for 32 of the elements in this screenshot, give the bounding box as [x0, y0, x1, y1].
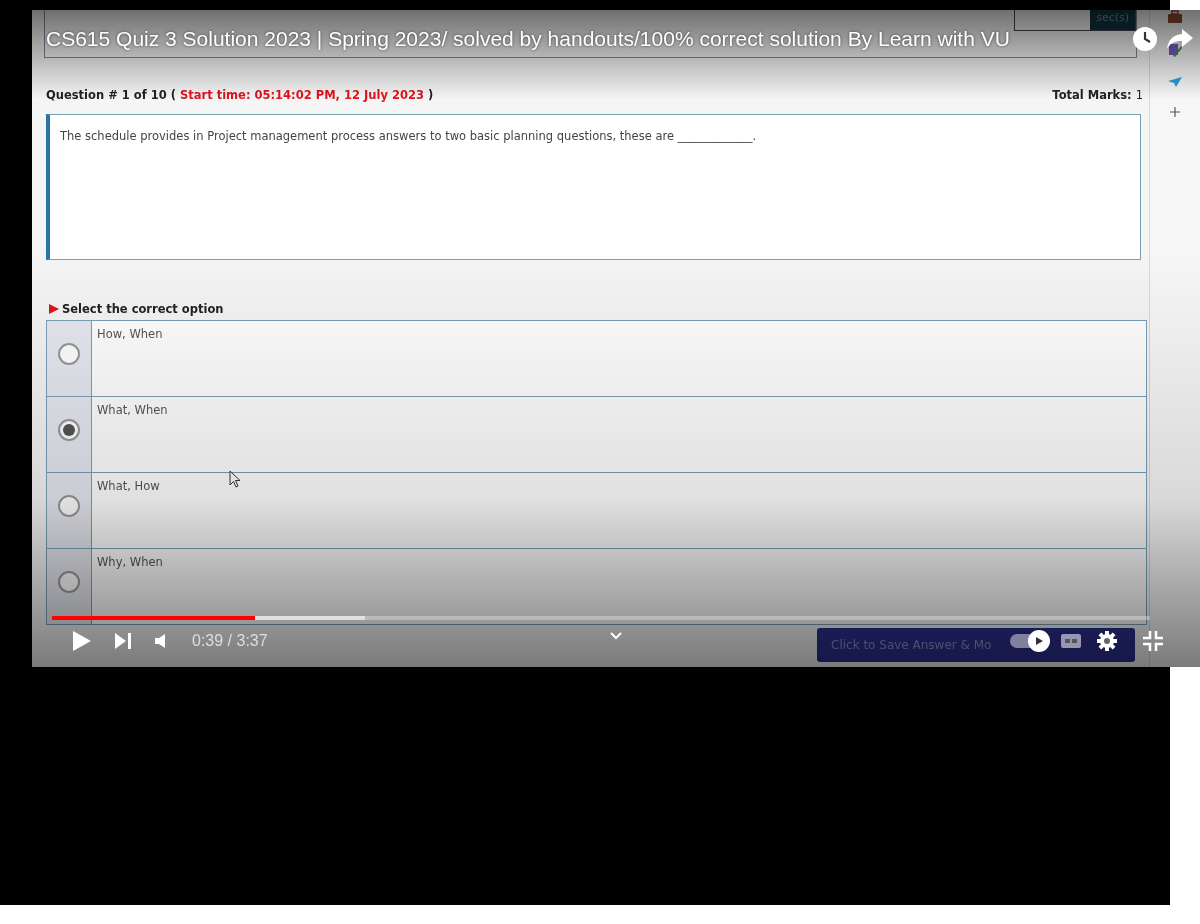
progress-bar[interactable]: [52, 616, 1150, 620]
time-display: 0:39 / 3:37: [192, 632, 268, 650]
option-text: Why, When: [97, 555, 163, 569]
video-title[interactable]: CS615 Quiz 3 Solution 2023 | Spring 2023/ solved by handouts/100% correct solution By Learn with VU: [46, 27, 1124, 51]
total-marks: 1: [1135, 88, 1144, 102]
paper-plane-icon: [1167, 76, 1183, 88]
exit-fullscreen-icon[interactable]: [1142, 630, 1164, 652]
option-text: How, When: [97, 327, 163, 341]
total-marks-label: Total Marks:: [1052, 88, 1132, 102]
next-icon[interactable]: [114, 632, 132, 650]
captions-icon[interactable]: [1060, 633, 1082, 649]
radio-button[interactable]: [58, 419, 80, 441]
share-icon[interactable]: [1166, 27, 1194, 51]
question-number: Question # 1 of 10: [46, 88, 167, 102]
pointer-icon: [48, 303, 60, 315]
radio-button[interactable]: [58, 571, 80, 593]
prompt: Select the correct option: [62, 302, 224, 316]
play-icon[interactable]: [72, 630, 92, 652]
play-icon: [1034, 636, 1044, 646]
radio-button[interactable]: [58, 343, 80, 365]
paren: ): [427, 88, 434, 102]
question-text: The schedule provides in Project management process answers to two basic planning questions, these are _____________.: [60, 129, 757, 143]
briefcase-icon: [1167, 10, 1183, 24]
clock-icon[interactable]: [1132, 26, 1158, 52]
chevron-icon[interactable]: [610, 632, 622, 640]
option-text: What, When: [97, 403, 168, 417]
radio-button[interactable]: [58, 495, 80, 517]
pencil-icon: [1167, 42, 1183, 58]
paren: (: [170, 88, 176, 102]
start-time: Start time: 05:14:02 PM, 12 July 2023: [179, 88, 424, 102]
plus-icon[interactable]: [1169, 106, 1181, 118]
option-text: What, How: [97, 479, 160, 493]
